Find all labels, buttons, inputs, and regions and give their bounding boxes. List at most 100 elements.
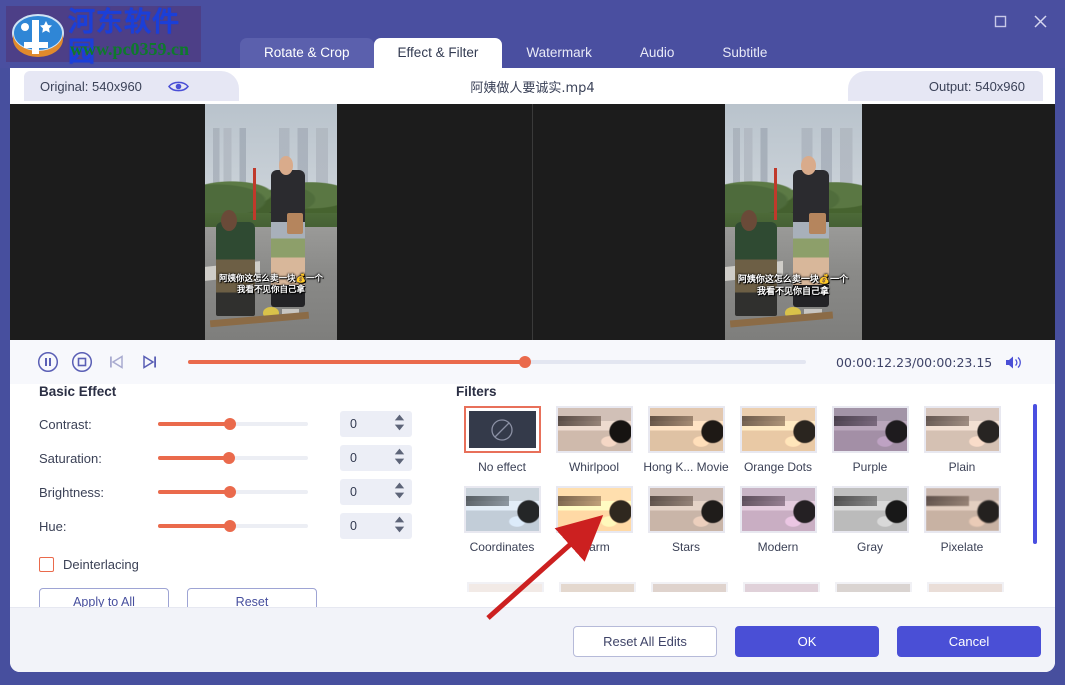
basic-effect-title: Basic Effect (39, 384, 430, 399)
filter-label: No effect (478, 460, 526, 474)
chevron-down-icon (394, 458, 405, 465)
close-button[interactable] (1025, 8, 1055, 34)
reset-all-edits-button[interactable]: Reset All Edits (573, 626, 717, 657)
filter-label: Gray (857, 540, 883, 554)
filter-item-warm[interactable]: Warm (548, 486, 640, 554)
previous-frame-button[interactable] (104, 350, 128, 374)
tab-subtitle[interactable]: Subtitle (698, 38, 791, 68)
contrast-row: Contrast: 0 (30, 407, 430, 441)
subtitle-line-2: 我看不见你自己拿 (727, 286, 859, 298)
filters-scrollbar-thumb[interactable] (1033, 404, 1037, 544)
title-bar: 河东软件园 www.pc0359.cn Rotate & Crop Effect… (0, 0, 1065, 68)
subtitle-line-1: 阿姨你这怎么卖一块💰一个 (727, 274, 859, 286)
brightness-label: Brightness: (30, 485, 158, 500)
saturation-handle[interactable] (223, 452, 235, 464)
deinterlacing-checkbox[interactable] (39, 557, 54, 572)
hue-row: Hue: 0 (30, 509, 430, 543)
contrast-stepper[interactable]: 0 (340, 411, 412, 437)
tab-audio[interactable]: Audio (616, 38, 699, 68)
brightness-arrows[interactable] (394, 482, 405, 499)
maximize-button[interactable] (985, 8, 1015, 34)
filter-item-hong-kong-movie[interactable]: Hong K... Movie (640, 406, 732, 474)
hue-value: 0 (350, 519, 357, 533)
filter-item-no-effect[interactable]: No effect (456, 406, 548, 474)
eye-icon[interactable] (168, 80, 189, 93)
chevron-up-icon (394, 448, 405, 455)
volume-button[interactable] (1004, 354, 1024, 371)
filter-label: Purple (853, 460, 888, 474)
chevron-down-icon (394, 526, 405, 533)
tab-effect-filter[interactable]: Effect & Filter (374, 38, 503, 68)
contrast-slider[interactable] (158, 422, 308, 426)
pause-button[interactable] (36, 350, 60, 374)
brightness-fill (158, 490, 230, 494)
hue-handle[interactable] (224, 520, 236, 532)
hue-stepper[interactable]: 0 (340, 513, 412, 539)
filter-label: Warm (578, 540, 610, 554)
tab-rotate-crop[interactable]: Rotate & Crop (240, 38, 374, 68)
filter-label: Orange Dots (744, 460, 812, 474)
hue-arrows[interactable] (394, 516, 405, 533)
brightness-slider[interactable] (158, 490, 308, 494)
footer-bar: Reset All Edits OK Cancel (10, 607, 1055, 672)
brightness-stepper[interactable]: 0 (340, 479, 412, 505)
ok-button[interactable]: OK (735, 626, 879, 657)
contrast-arrows[interactable] (394, 414, 405, 431)
basic-effect-panel: Basic Effect Contrast: 0 (30, 384, 430, 606)
preview-stage: 阿姨你这怎么卖一块💰一个 我看不见你自己拿 阿姨你这怎么卖一块💰一个 我看不见你… (10, 104, 1055, 340)
saturation-label: Saturation: (30, 451, 158, 466)
progress-fill (188, 360, 525, 364)
contrast-handle[interactable] (224, 418, 236, 430)
filters-row-3-partial[interactable] (459, 582, 1034, 592)
playback-progress-slider[interactable] (188, 360, 806, 364)
next-frame-button[interactable] (138, 350, 162, 374)
main-panel: Original: 540x960 阿姨做人要诚实.mp4 Output: 54… (10, 68, 1055, 672)
contrast-fill (158, 422, 230, 426)
video-editor-window: 河东软件园 www.pc0359.cn Rotate & Crop Effect… (0, 0, 1065, 685)
filter-item-stars[interactable]: Stars (640, 486, 732, 554)
filter-item-coordinates[interactable]: Coordinates (456, 486, 548, 554)
video-subtitle: 阿姨你这怎么卖一块💰一个 我看不见你自己拿 (727, 274, 859, 298)
pause-circle-icon (37, 351, 59, 373)
filter-item-pixelate[interactable]: Pixelate (916, 486, 1008, 554)
stop-button[interactable] (70, 350, 94, 374)
saturation-arrows[interactable] (394, 448, 405, 465)
tab-watermark[interactable]: Watermark (502, 38, 616, 68)
window-controls (985, 8, 1055, 36)
filter-label: Hong K... Movie (643, 460, 728, 474)
saturation-slider[interactable] (158, 456, 308, 460)
deinterlacing-label: Deinterlacing (63, 557, 139, 572)
output-preview[interactable]: 阿姨你这怎么卖一块💰一个 我看不见你自己拿 (532, 104, 1054, 340)
saturation-stepper[interactable]: 0 (340, 445, 412, 471)
filters-grid: No effect Whirlpool Hong K... Movie (456, 406, 1034, 592)
close-icon (1033, 14, 1048, 29)
original-preview[interactable]: 阿姨你这怎么卖一块💰一个 我看不见你自己拿 (10, 104, 532, 340)
transport-bar: 00:00:12.23/00:00:23.15 (10, 340, 1055, 384)
output-video-frame: 阿姨你这怎么卖一块💰一个 我看不见你自己拿 (725, 104, 862, 340)
output-tag: Output: 540x960 (848, 71, 1043, 101)
filters-row-2: Coordinates Warm Stars Modern (456, 486, 1034, 554)
filter-item-purple[interactable]: Purple (824, 406, 916, 474)
original-video-frame: 阿姨你这怎么卖一块💰一个 我看不见你自己拿 (205, 104, 337, 340)
output-label: Output: 540x960 (929, 79, 1025, 94)
filter-label: Plain (949, 460, 976, 474)
tab-bar: Rotate & Crop Effect & Filter Watermark … (240, 36, 791, 68)
contrast-value: 0 (350, 417, 357, 431)
subtitle-line-1: 阿姨你这怎么卖一块💰一个 (208, 274, 335, 285)
brightness-handle[interactable] (224, 486, 236, 498)
hue-slider[interactable] (158, 524, 308, 528)
filter-item-orange-dots[interactable]: Orange Dots (732, 406, 824, 474)
filters-row-1: No effect Whirlpool Hong K... Movie (456, 406, 1034, 474)
filter-item-modern[interactable]: Modern (732, 486, 824, 554)
stop-circle-icon (71, 351, 93, 373)
volume-icon (1004, 354, 1024, 371)
filter-item-plain[interactable]: Plain (916, 406, 1008, 474)
preview-header: Original: 540x960 阿姨做人要诚实.mp4 Output: 54… (10, 68, 1055, 104)
filter-item-whirlpool[interactable]: Whirlpool (548, 406, 640, 474)
chevron-up-icon (394, 414, 405, 421)
filter-item-gray[interactable]: Gray (824, 486, 916, 554)
cancel-button[interactable]: Cancel (897, 626, 1041, 657)
progress-handle[interactable] (519, 356, 531, 368)
chevron-down-icon (394, 492, 405, 499)
original-tag: Original: 540x960 (24, 71, 239, 101)
